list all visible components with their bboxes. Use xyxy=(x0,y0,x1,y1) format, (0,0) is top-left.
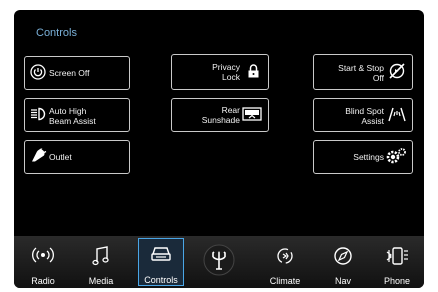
auto-high-beam-assist-button[interactable]: Auto High Beam Assist xyxy=(24,98,130,132)
music-note-icon xyxy=(92,246,109,266)
page-title: Controls xyxy=(36,27,77,39)
outlet-label: Outlet xyxy=(49,152,72,162)
phone-bluetooth-icon xyxy=(386,247,408,265)
settings-label: Settings xyxy=(353,152,384,162)
privacy-lock-button[interactable]: Privacy Lock xyxy=(171,54,269,90)
blind-spot-icon xyxy=(387,106,407,124)
lock-icon xyxy=(247,64,260,81)
rear-sunshade-button[interactable]: Rear Sunshade xyxy=(171,98,269,132)
outlet-plug-icon xyxy=(30,147,47,166)
nav-radio[interactable]: Radio xyxy=(20,236,66,288)
blind-spot-assist-button[interactable]: Blind Spot Assist xyxy=(313,98,413,132)
nav-climate[interactable]: Climate xyxy=(262,236,308,288)
gear-icon xyxy=(385,148,407,166)
nav-media[interactable]: Media xyxy=(78,236,124,288)
nav-controls[interactable]: Controls xyxy=(138,238,184,286)
radio-icon xyxy=(32,247,54,263)
screen-off-button[interactable]: Screen Off xyxy=(24,56,130,90)
nav-climate-label: Climate xyxy=(269,276,301,286)
nav-radio-label: Radio xyxy=(31,276,55,286)
climate-icon xyxy=(277,248,293,264)
high-beam-icon xyxy=(30,107,47,123)
nav-media-label: Media xyxy=(88,276,114,286)
start-stop-off-icon xyxy=(388,62,406,82)
maserati-trident-logo xyxy=(203,244,235,276)
nav-phone[interactable]: Phone xyxy=(374,236,420,288)
start-stop-off-button[interactable]: Start & Stop Off xyxy=(313,54,413,90)
settings-button[interactable]: Settings xyxy=(313,140,413,174)
nav-nav-label: Nav xyxy=(334,276,351,286)
infotainment-screen: Controls Screen Off Privacy Lock Start & … xyxy=(14,10,424,288)
compass-icon xyxy=(334,247,352,265)
power-icon xyxy=(30,64,46,82)
outlet-button[interactable]: Outlet xyxy=(24,140,130,174)
nav-phone-label: Phone xyxy=(383,276,411,286)
sunshade-icon xyxy=(242,107,262,123)
auto-high-beam-label: Auto High Beam Assist xyxy=(49,106,96,126)
bottom-nav-bar: Radio Media Controls Climate Nav Phone xyxy=(14,236,424,288)
privacy-lock-label: Privacy Lock xyxy=(212,62,240,82)
nav-nav[interactable]: Nav xyxy=(320,236,366,288)
screen-off-label: Screen Off xyxy=(49,68,90,78)
rear-sunshade-label: Rear Sunshade xyxy=(201,105,240,125)
car-icon xyxy=(151,247,171,261)
start-stop-label: Start & Stop Off xyxy=(338,63,384,83)
nav-home-trident[interactable] xyxy=(196,236,242,288)
blind-spot-label: Blind Spot Assist xyxy=(345,106,384,126)
nav-controls-label: Controls xyxy=(144,275,178,285)
